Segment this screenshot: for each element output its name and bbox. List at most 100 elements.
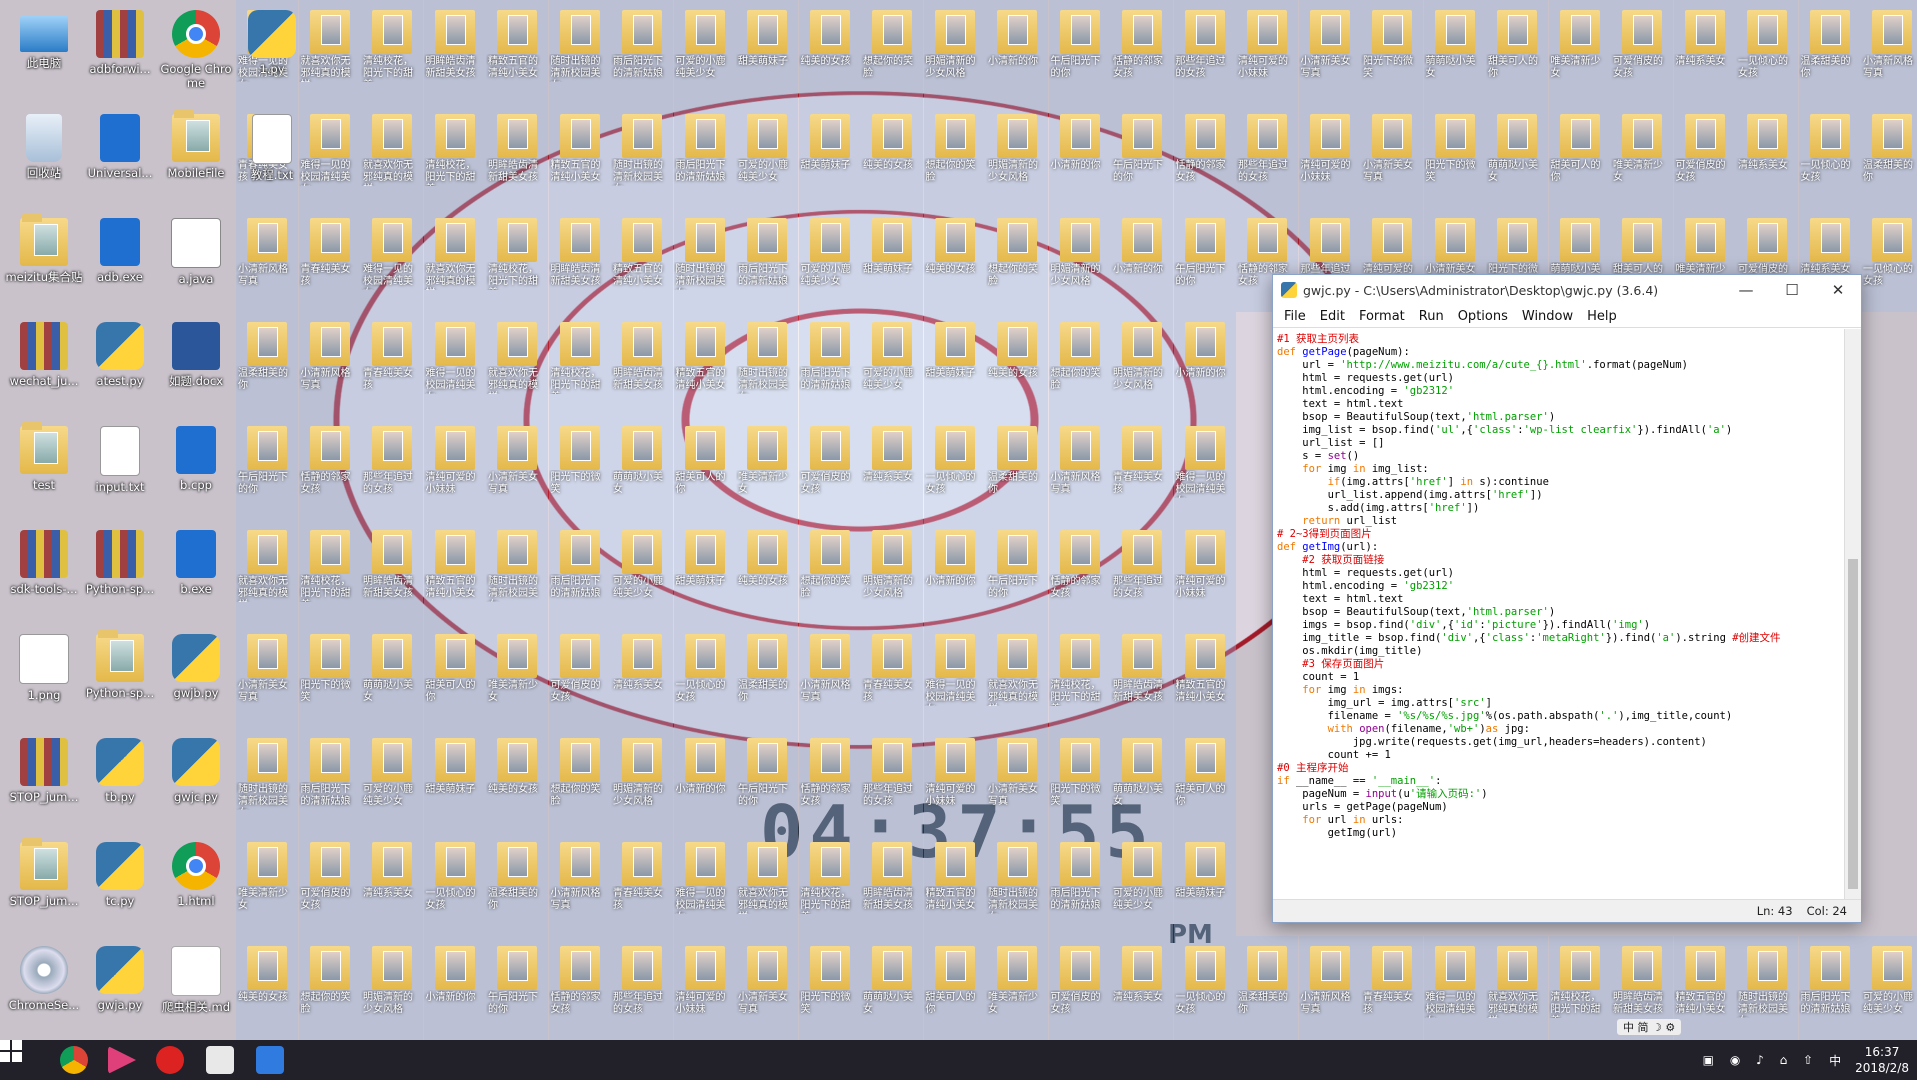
status-line: Ln: 43 (1756, 904, 1793, 918)
ime-floating-toolbar[interactable]: 中 简 ☽ ⚙ (1617, 1019, 1682, 1035)
code-line: count += 1 (1277, 749, 1391, 761)
taskbar-clock[interactable]: 16:37 2018/2/8 (1855, 1044, 1909, 1076)
desktop-icon-label: Google Chrome (160, 62, 232, 90)
desktop-icon[interactable]: tc.py (80, 836, 160, 940)
desktop-icon[interactable]: b.exe (156, 524, 236, 628)
tray-icons[interactable]: ▣ ◉ ♪ ⌂ ⇧ (1703, 1053, 1819, 1067)
desktop-icon[interactable]: 1.py (232, 4, 312, 108)
desktop-icon[interactable]: 此电脑 (4, 4, 84, 108)
desktop-icon[interactable]: gwjb.py (156, 628, 236, 732)
code-line: url_list.append(img.attrs['href']) (1277, 489, 1543, 501)
minimize-button[interactable]: — (1723, 275, 1769, 305)
code-line: def getImg(url): (1277, 541, 1379, 553)
python-icon (172, 738, 220, 786)
ime-indicator[interactable]: 中 (1829, 1052, 1841, 1069)
app-arrow-icon[interactable] (108, 1046, 136, 1074)
scrollbar-thumb[interactable] (1848, 559, 1858, 889)
code-line: bsop = BeautifulSoup(text,'html.parser') (1277, 411, 1556, 423)
menu-help[interactable]: Help (1587, 309, 1617, 324)
menu-format[interactable]: Format (1359, 309, 1405, 324)
desktop-icon-label: Universal... (87, 166, 153, 180)
code-line: filename = '%s/%s/%s.jpg'%(os.path.abspa… (1277, 710, 1733, 722)
desktop-icon[interactable]: STOP_jum... (4, 836, 84, 940)
menu-edit[interactable]: Edit (1320, 309, 1345, 324)
desktop-icon[interactable]: meizitu集合贴 (4, 212, 84, 316)
maximize-button[interactable]: ☐ (1769, 275, 1815, 305)
exe-icon (100, 218, 140, 266)
desktop-icon[interactable]: test (4, 420, 84, 524)
desktop-icon-label: 回收站 (26, 166, 62, 180)
desktop-icon[interactable]: 爬虫相关.md (156, 940, 236, 1044)
code-line: #0 主程序开始 (1277, 762, 1349, 774)
idle-taskbar-icon[interactable] (256, 1046, 284, 1074)
txt-icon (252, 114, 292, 164)
desktop-icon[interactable]: tb.py (80, 732, 160, 836)
desktop-icon-label: 此电脑 (26, 56, 62, 70)
code-line: jpg.write(requests.get(img_url,headers=h… (1277, 736, 1707, 748)
desktop-icon-label: 爬虫相关.md (161, 1000, 231, 1014)
code-editor[interactable]: #1 获取主页列表 def getPage(pageNum): url = 'ht… (1277, 329, 1843, 900)
txt-icon (100, 426, 140, 476)
desktop-icon[interactable]: adbforwi... (80, 4, 160, 108)
desktop-icon[interactable]: 教程.txt (232, 108, 312, 212)
desktop-icon[interactable]: adb.exe (80, 212, 160, 316)
windows-start-icon[interactable] (0, 1040, 22, 1062)
desktop-icon[interactable]: atest.py (80, 316, 160, 420)
python-icon (96, 738, 144, 786)
code-line: with open(filename,'wb+')as jpg: (1327, 723, 1530, 735)
code-line: img_list = bsop.find('ul',{'class':'wp-l… (1277, 424, 1733, 436)
desktop-icon-label: 1.png (27, 688, 61, 702)
desktop-icon[interactable]: gwja.py (80, 940, 160, 1044)
desktop-icon[interactable]: 如题.docx (156, 316, 236, 420)
code-line: url = 'http://www.meizitu.com/a/cute_{}.… (1277, 359, 1688, 371)
desktop-icon[interactable]: 1.html (156, 836, 236, 940)
desktop-icon-label: adbforwi... (89, 62, 151, 76)
desktop-icon-label: tc.py (105, 894, 135, 908)
disc-icon (20, 946, 68, 994)
desktop-icon-label: Python-sp... (85, 582, 155, 596)
code-line: #2 获取页面链接 (1277, 554, 1385, 566)
desktop-icon[interactable]: 回收站 (4, 108, 84, 212)
chrome-taskbar-icon[interactable] (60, 1046, 88, 1074)
close-button[interactable]: ✕ (1815, 275, 1861, 305)
winrar-icon (20, 530, 68, 578)
desktop-icon[interactable]: Python-sp... (80, 628, 160, 732)
code-line: return url_list (1302, 515, 1398, 527)
python-icon (1281, 282, 1297, 298)
desktop-icon[interactable]: gwjc.py (156, 732, 236, 836)
vertical-scrollbar[interactable] (1844, 329, 1861, 900)
python-icon (172, 634, 220, 682)
exe-icon (176, 530, 216, 578)
menu-window[interactable]: Window (1522, 309, 1573, 324)
word-icon (172, 322, 220, 370)
desktop-icon[interactable]: STOP_jum... (4, 732, 84, 836)
desktop-icon[interactable]: Google Chrome (156, 4, 236, 108)
desktop-icon[interactable]: b.cpp (156, 420, 236, 524)
desktop-icon[interactable]: Python-sp... (80, 524, 160, 628)
desktop-icon-label: meizitu集合贴 (5, 270, 83, 284)
code-line: for img in imgs: (1302, 684, 1404, 696)
desktop-icon-label: ChromeSe... (8, 998, 80, 1012)
desktop-icon[interactable]: Universal... (80, 108, 160, 212)
bin-icon (26, 114, 62, 162)
code-line: def getPage(pageNum): (1277, 346, 1410, 358)
title-bar[interactable]: gwjc.py - C:\Users\Administrator\Desktop… (1273, 275, 1861, 305)
desktop-icon[interactable]: 1.png (4, 628, 84, 732)
java-icon (171, 218, 221, 268)
python-file-icon[interactable] (206, 1046, 234, 1074)
desktop-icon[interactable]: sdk-tools-... (4, 524, 84, 628)
desktop-icon[interactable]: input.txt (80, 420, 160, 524)
desktop-icon[interactable]: ChromeSe... (4, 940, 84, 1044)
desktop-icon[interactable]: wechat_ju... (4, 316, 84, 420)
menu-file[interactable]: File (1284, 309, 1306, 324)
menu-run[interactable]: Run (1419, 309, 1444, 324)
desktop-icon-label: Python-sp... (85, 686, 155, 700)
idle-editor-window[interactable]: gwjc.py - C:\Users\Administrator\Desktop… (1272, 274, 1862, 923)
desktop-icon[interactable]: a.java (156, 212, 236, 316)
desktop-icon[interactable]: MobileFile (156, 108, 236, 212)
code-line: os.mkdir(img_title) (1277, 645, 1423, 657)
md-icon (171, 946, 221, 996)
menu-options[interactable]: Options (1458, 309, 1508, 324)
netease-music-icon[interactable] (156, 1046, 184, 1074)
code-line: if(img.attrs['href'] in s):continue (1327, 476, 1549, 488)
